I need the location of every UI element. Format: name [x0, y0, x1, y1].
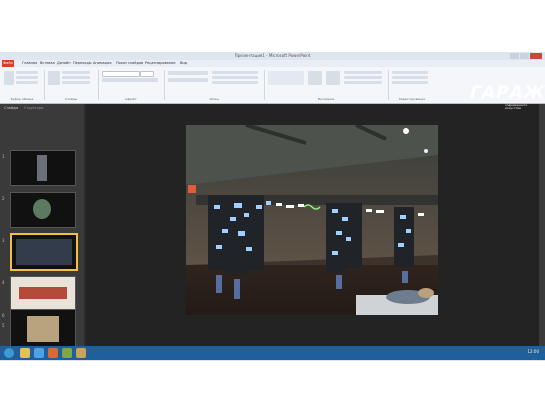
group-clipboard: Буфер обмена: [2, 69, 42, 101]
thumbnail-image: [37, 155, 47, 181]
maximize-button[interactable]: [520, 53, 529, 59]
window-title: Презентация1 - Microsoft PowerPoint: [234, 53, 311, 58]
separator: [388, 70, 389, 100]
folder-icon[interactable]: [76, 348, 86, 358]
tab-outline[interactable]: Структура: [24, 106, 43, 110]
paste-button[interactable]: [4, 71, 14, 85]
reset-button[interactable]: [62, 76, 90, 79]
cut-button[interactable]: [16, 71, 38, 74]
tab-home[interactable]: Главная: [22, 60, 37, 67]
group-label: Абзац: [209, 97, 219, 101]
text-direction-button[interactable]: [212, 71, 258, 74]
slide-number: 2: [2, 196, 5, 201]
thumbnail-image: [27, 316, 59, 342]
tab-slides[interactable]: Слайды: [4, 106, 18, 110]
layout-button[interactable]: [62, 71, 90, 74]
slide-thumbnail-2[interactable]: [10, 192, 76, 228]
tab-review[interactable]: Рецензирование: [145, 60, 176, 67]
tab-slideshow[interactable]: Показ слайдов: [116, 60, 143, 67]
group-paragraph: Абзац: [166, 69, 262, 101]
find-button[interactable]: [392, 71, 428, 74]
clock[interactable]: 12:00: [527, 349, 539, 354]
tab-insert[interactable]: Вставка: [40, 60, 55, 67]
arrange-button[interactable]: [308, 71, 322, 85]
new-slide-button[interactable]: [48, 71, 60, 85]
tab-animation[interactable]: Анимация: [93, 60, 112, 67]
align-text-button[interactable]: [212, 76, 258, 79]
select-button[interactable]: [392, 81, 428, 84]
group-editing: Редактирование: [390, 69, 434, 101]
list-buttons[interactable]: [168, 71, 208, 75]
thumbnail-image: [19, 287, 67, 299]
group-font: Шрифт: [100, 69, 162, 101]
separator: [264, 70, 265, 100]
group-label: Слайды: [64, 97, 78, 101]
group-label: Шрифт: [125, 97, 137, 101]
tab-view[interactable]: Вид: [180, 60, 187, 67]
slide-canvas[interactable]: [186, 125, 438, 315]
title-bar: Презентация1 - Microsoft PowerPoint: [0, 52, 545, 60]
separator: [44, 70, 45, 100]
start-icon[interactable]: [4, 348, 14, 358]
copy-button[interactable]: [16, 76, 38, 79]
group-slides: Слайды: [46, 69, 96, 101]
media-icon[interactable]: [62, 348, 72, 358]
slide-thumbnail-4[interactable]: [10, 276, 76, 312]
installation-photo: [186, 125, 438, 315]
slide-number: 1: [2, 154, 5, 159]
group-label: Редактирование: [398, 97, 426, 101]
file-tab[interactable]: Файл: [2, 60, 14, 67]
ribbon: Буфер обмена Слайды Шрифт Абзац Рисовани…: [0, 67, 545, 104]
shape-outline-button[interactable]: [344, 76, 382, 79]
tab-design[interactable]: Дизайн: [57, 60, 71, 67]
slide-number: 3: [2, 238, 5, 243]
thumbnail-image: [33, 199, 51, 219]
slide-thumbnail-6[interactable]: [10, 309, 76, 347]
window-controls: [510, 53, 542, 59]
slide-thumbnail-1[interactable]: [10, 150, 76, 186]
font-family-select[interactable]: [102, 71, 140, 77]
font-format-buttons[interactable]: [102, 78, 158, 82]
group-label: Рисование: [317, 97, 335, 101]
powerpoint-icon[interactable]: [48, 348, 58, 358]
shapes-gallery[interactable]: [268, 71, 304, 85]
separator: [98, 70, 99, 100]
group-label: Буфер обмена: [10, 97, 34, 101]
smartart-button[interactable]: [212, 81, 258, 84]
slide-thumbnail-3[interactable]: [10, 233, 78, 271]
quick-styles-button[interactable]: [326, 71, 340, 85]
section-button[interactable]: [62, 81, 90, 84]
slide-number: 4: [2, 280, 5, 285]
shape-effects-button[interactable]: [344, 81, 382, 84]
slide-number: 6: [2, 313, 5, 318]
tab-transitions[interactable]: Переходы: [73, 60, 92, 67]
ie-icon[interactable]: [34, 348, 44, 358]
thumbnail-image: [16, 239, 72, 265]
ribbon-tabs: Главная Вставка Дизайн Переходы Анимация…: [0, 60, 545, 67]
minimize-button[interactable]: [510, 53, 519, 59]
font-size-select[interactable]: [140, 71, 154, 77]
taskbar: 12:00: [0, 346, 545, 360]
vertical-scrollbar[interactable]: [539, 104, 545, 351]
garage-logo-subtitle: Музей современного искусства: [505, 99, 528, 110]
slide-number: 5: [2, 323, 5, 328]
format-painter-button[interactable]: [16, 81, 38, 84]
replace-button[interactable]: [392, 76, 428, 79]
explorer-icon[interactable]: [20, 348, 30, 358]
group-drawing: Рисование: [266, 69, 386, 101]
shape-fill-button[interactable]: [344, 71, 382, 74]
align-buttons[interactable]: [168, 78, 208, 82]
close-button[interactable]: [530, 53, 542, 59]
separator: [164, 70, 165, 100]
